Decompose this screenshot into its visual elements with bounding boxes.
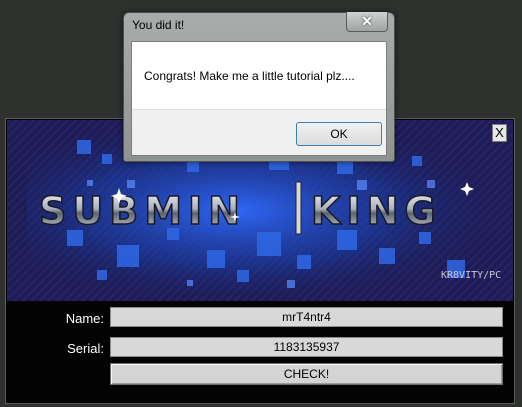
dialog-footer: OK bbox=[132, 109, 386, 155]
dialog-body: Congrats! Make me a little tutorial plz.… bbox=[131, 41, 387, 156]
serial-label: Serial: bbox=[67, 341, 104, 356]
logo-separator bbox=[295, 181, 302, 235]
logo-right-text: KING bbox=[311, 189, 442, 233]
name-label: Name: bbox=[65, 311, 104, 326]
dialog-close-button[interactable]: ✕ bbox=[346, 12, 388, 32]
banner-credit: KR8VITY/PC bbox=[441, 270, 501, 281]
dialog-message: Congrats! Make me a little tutorial plz.… bbox=[144, 69, 355, 83]
logo-left-text: SUBMIN bbox=[39, 189, 246, 233]
dialog-title: You did it! bbox=[132, 18, 185, 32]
serial-input[interactable]: 1183135937 bbox=[110, 337, 503, 357]
name-input[interactable]: mrT4ntr4 bbox=[110, 307, 503, 327]
close-button[interactable]: X bbox=[492, 124, 507, 142]
ok-button[interactable]: OK bbox=[296, 122, 382, 146]
check-button[interactable]: CHECK! bbox=[110, 363, 503, 385]
message-dialog: You did it! ✕ Congrats! Make me a little… bbox=[123, 12, 395, 162]
